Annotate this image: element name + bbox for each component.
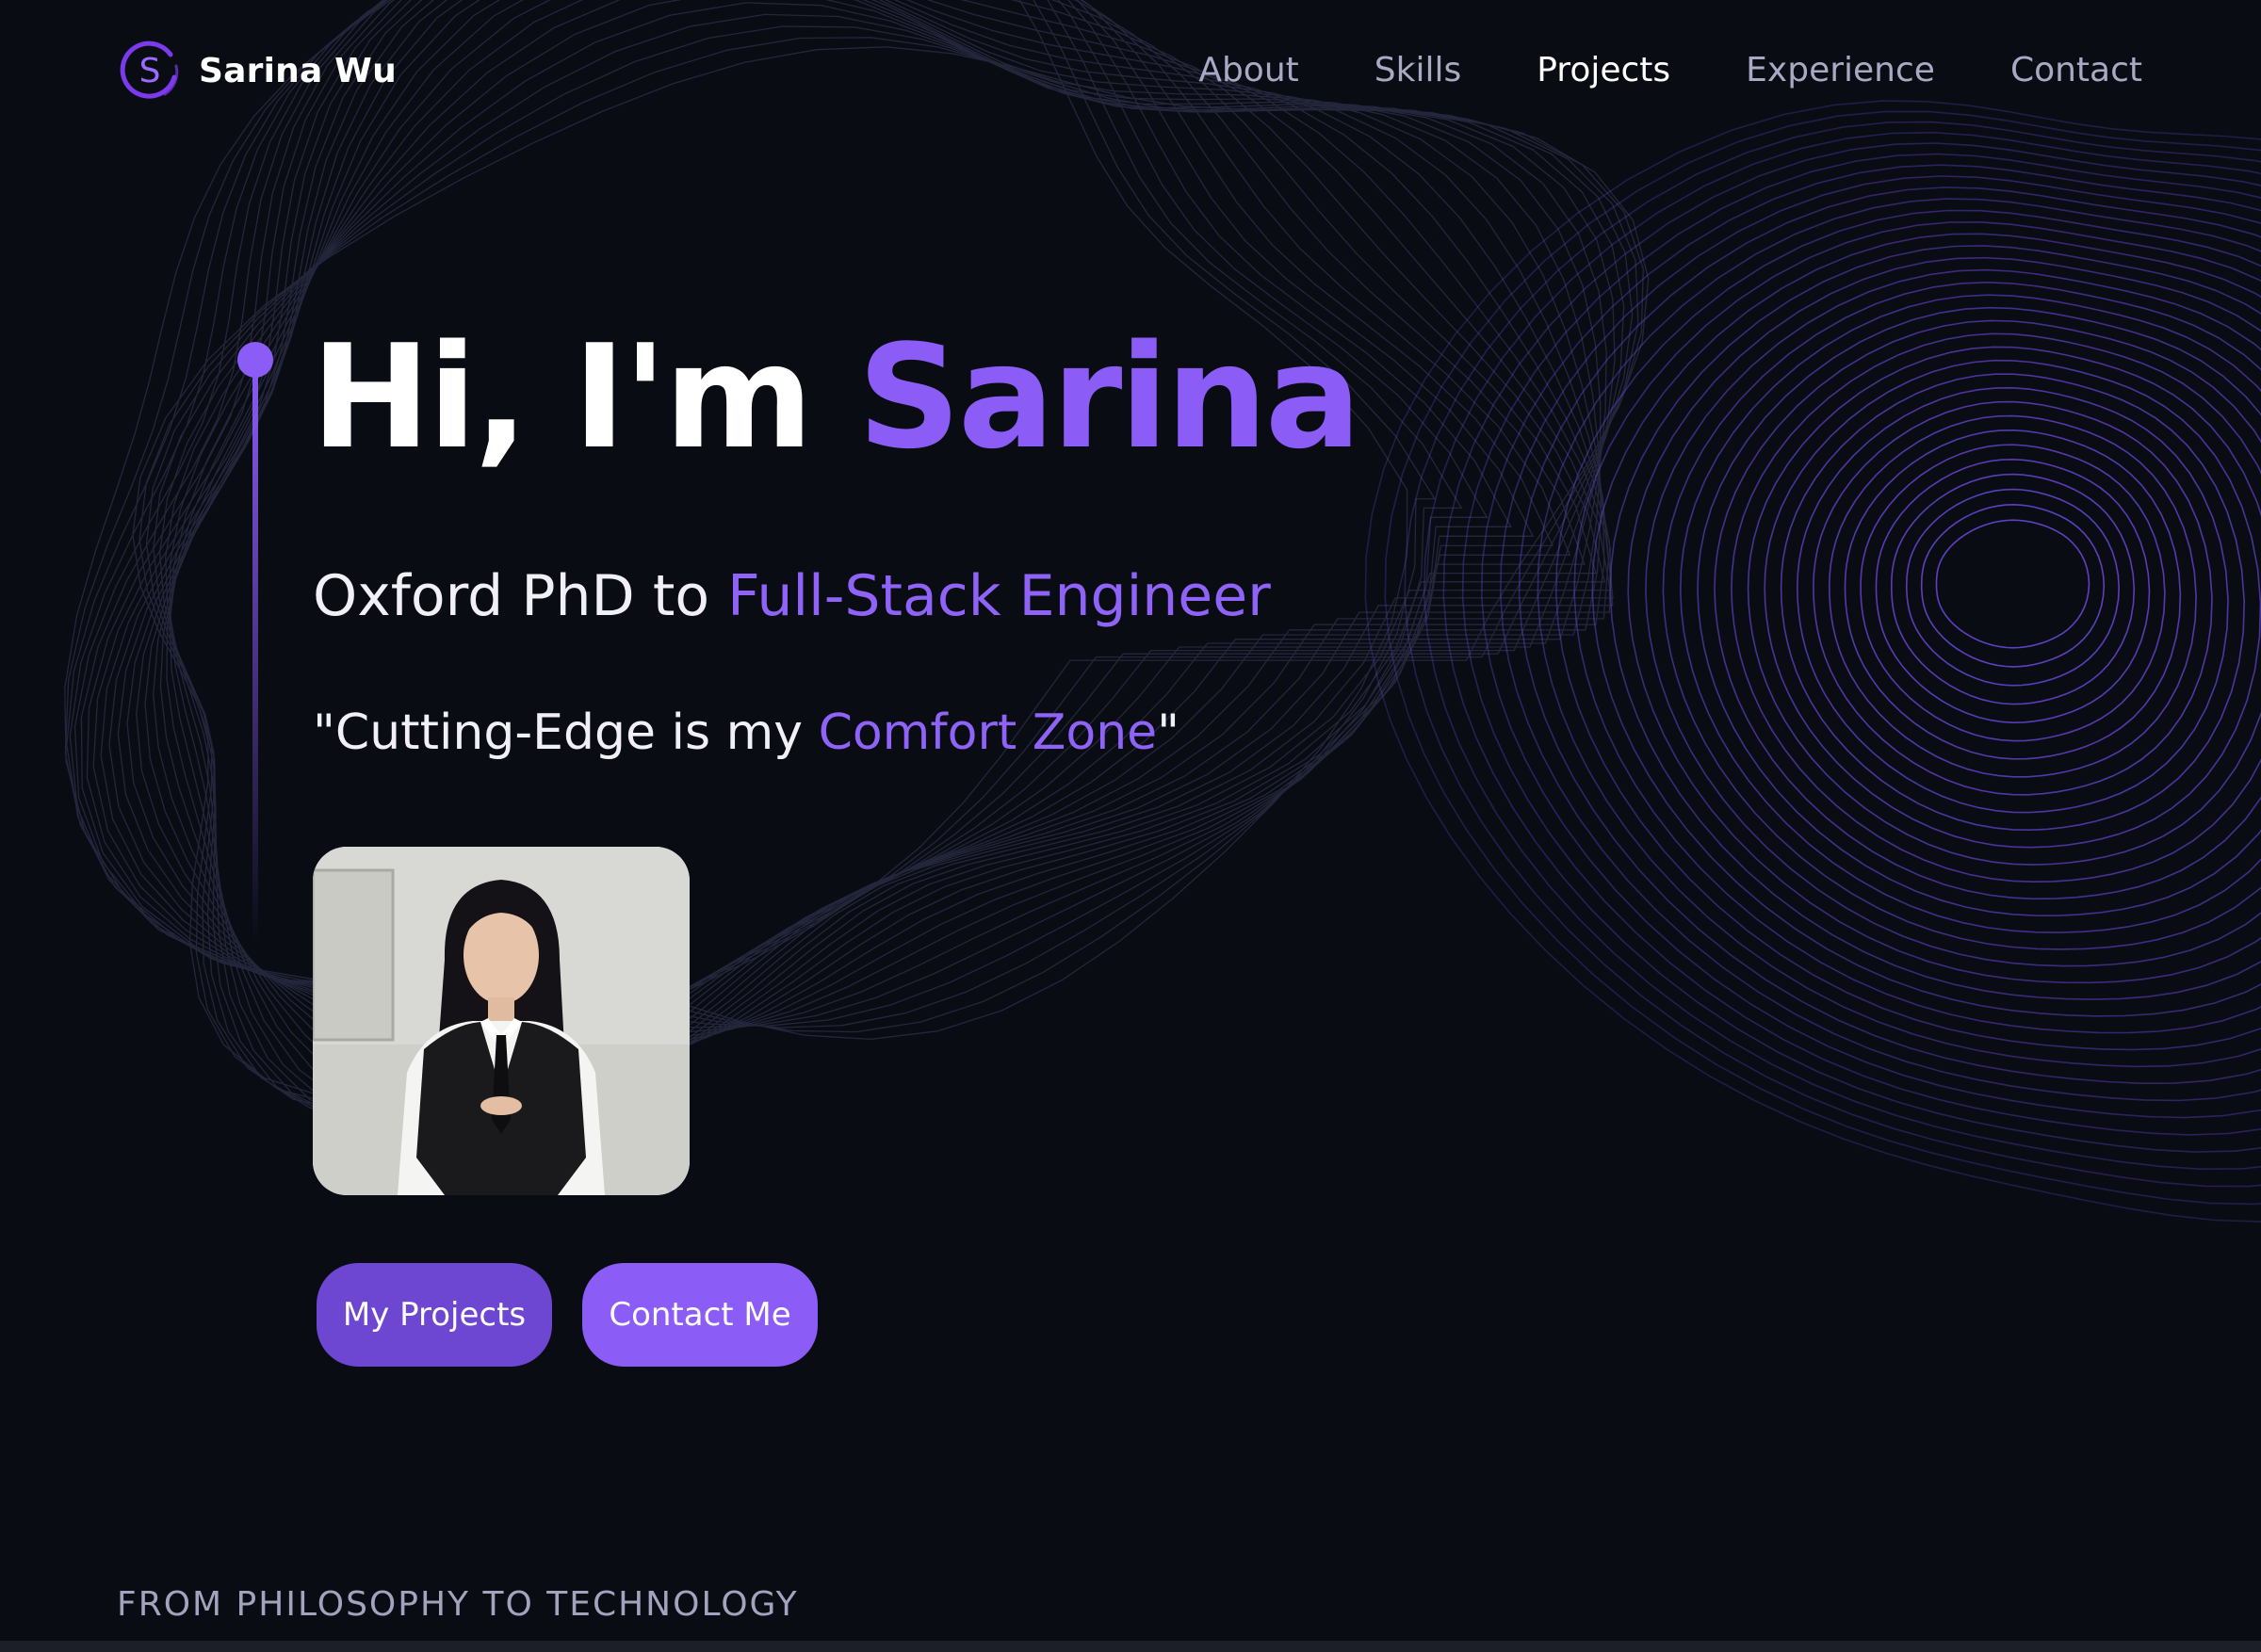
contact-me-button[interactable]: Contact Me — [582, 1263, 818, 1367]
nav-projects[interactable]: Projects — [1537, 51, 1670, 89]
quote-suffix: " — [1157, 705, 1180, 761]
brand-name: Sarina Wu — [199, 51, 397, 90]
my-projects-button[interactable]: My Projects — [317, 1263, 552, 1367]
quote-prefix: "Cutting-Edge is my — [313, 705, 819, 761]
logo-letter: S — [139, 52, 161, 90]
hero-title: Hi, I'm Sarina — [311, 314, 1361, 480]
hero-quote: "Cutting-Edge is my Comfort Zone" — [313, 705, 1180, 761]
logo-s-circle-icon: S — [120, 40, 179, 99]
section-label: FROM PHILOSOPHY TO TECHNOLOGY — [117, 1585, 799, 1624]
hero-name: Sarina — [857, 314, 1361, 480]
nav-contact[interactable]: Contact — [2010, 51, 2142, 89]
brand[interactable]: S Sarina Wu — [120, 38, 397, 104]
background-waves — [64, 0, 2261, 1223]
nav-skills[interactable]: Skills — [1374, 51, 1461, 89]
profile-photo-illustration — [313, 847, 690, 1195]
profile-photo — [313, 847, 690, 1195]
subtitle-prefix: Oxford PhD to — [313, 563, 728, 629]
timeline-dot-icon — [237, 342, 273, 944]
hero-greeting: Hi, I'm — [311, 314, 858, 480]
subtitle-highlight: Full-Stack Engineer — [727, 563, 1271, 629]
hero-subtitle: Oxford PhD to Full-Stack Engineer — [313, 565, 1271, 627]
nav-about[interactable]: About — [1198, 51, 1298, 89]
quote-highlight: Comfort Zone — [818, 705, 1158, 761]
nav-experience[interactable]: Experience — [1746, 51, 1935, 89]
main-nav: About Skills Projects Experience Contact — [1198, 41, 2142, 98]
bottom-strip — [0, 1641, 2261, 1652]
